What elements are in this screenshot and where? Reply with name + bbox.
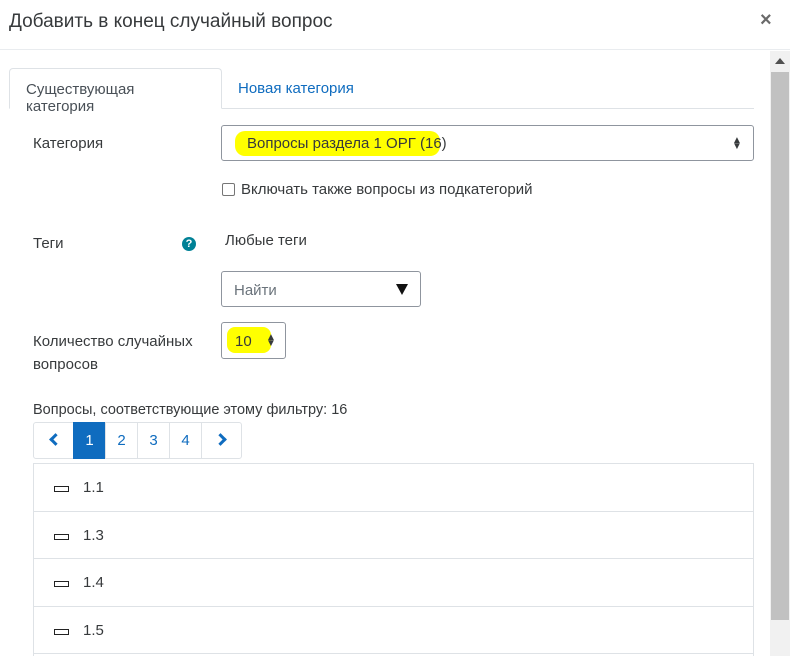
question-name: 1.3 (83, 526, 104, 544)
tags-search-input[interactable]: Найти (221, 271, 421, 307)
question-name: 1.1 (83, 479, 104, 496)
dialog-title: Добавить в конец случайный вопрос (9, 11, 333, 32)
true-false-question-icon (54, 486, 69, 492)
include-subcategories-checkbox[interactable] (222, 183, 235, 196)
true-false-question-icon (54, 533, 69, 540)
category-label: Категория (33, 135, 104, 152)
tags-label: Теги (33, 235, 64, 252)
chevron-right-icon (213, 433, 227, 446)
random-count-label-line2: вопросов (33, 356, 98, 373)
question-circle-icon[interactable]: ? (182, 237, 196, 251)
random-count-label-line1: Количество случайных (33, 333, 193, 350)
include-subcategories-label: Включать также вопросы из подкатегорий (241, 181, 533, 198)
tab-existing-category[interactable]: Существующая категория (9, 68, 222, 115)
list-item: 1.1 (34, 464, 753, 512)
category-tabs: Существующая категория Новая категория (9, 68, 754, 115)
tab-new-category[interactable]: Новая категория (222, 68, 370, 109)
true-false-question-icon (54, 581, 69, 587)
page-link[interactable]: 2 (105, 422, 138, 459)
select-updown-icon: ▲ ▼ (266, 332, 276, 349)
pagination: 1 2 3 4 (33, 422, 242, 459)
list-item: 1.3 (34, 512, 753, 559)
matching-questions-text: Вопросы, соответствующие этому фильтру: … (33, 402, 348, 418)
next-page-button[interactable] (201, 422, 242, 459)
dialog-header: Добавить в конец случайный вопрос × (0, 0, 790, 50)
scroll-thumb[interactable] (771, 72, 789, 620)
true-false-question-icon (54, 628, 69, 635)
scroll-up-arrow-icon[interactable] (770, 51, 790, 71)
select-updown-icon: ▲ ▼ (732, 135, 742, 152)
dropdown-triangle-icon[interactable] (396, 284, 408, 295)
question-list: 1.1 1.3 1.4 1.5 (33, 463, 754, 656)
tags-search-placeholder: Найти (234, 282, 277, 299)
page-link[interactable]: 1 (73, 422, 106, 459)
page-link[interactable]: 4 (169, 422, 202, 459)
random-count-value: 10 (235, 333, 252, 350)
page-link[interactable]: 3 (137, 422, 170, 459)
previous-page-button[interactable] (33, 422, 74, 459)
chevron-left-icon (48, 433, 62, 446)
category-select-value: Вопросы раздела 1 ОРГ (16) (247, 135, 447, 152)
category-select[interactable]: Вопросы раздела 1 ОРГ (16) ▲ ▼ (221, 125, 754, 161)
tags-value: Любые теги (225, 232, 307, 249)
random-count-select[interactable]: 10 ▲ ▼ (221, 322, 286, 359)
list-item: 1.4 (34, 559, 753, 607)
list-item: 1.5 (34, 607, 753, 654)
vertical-scrollbar[interactable] (770, 51, 790, 656)
close-icon[interactable]: × (760, 9, 772, 32)
question-name: 1.5 (83, 621, 104, 639)
question-name: 1.4 (83, 574, 104, 591)
